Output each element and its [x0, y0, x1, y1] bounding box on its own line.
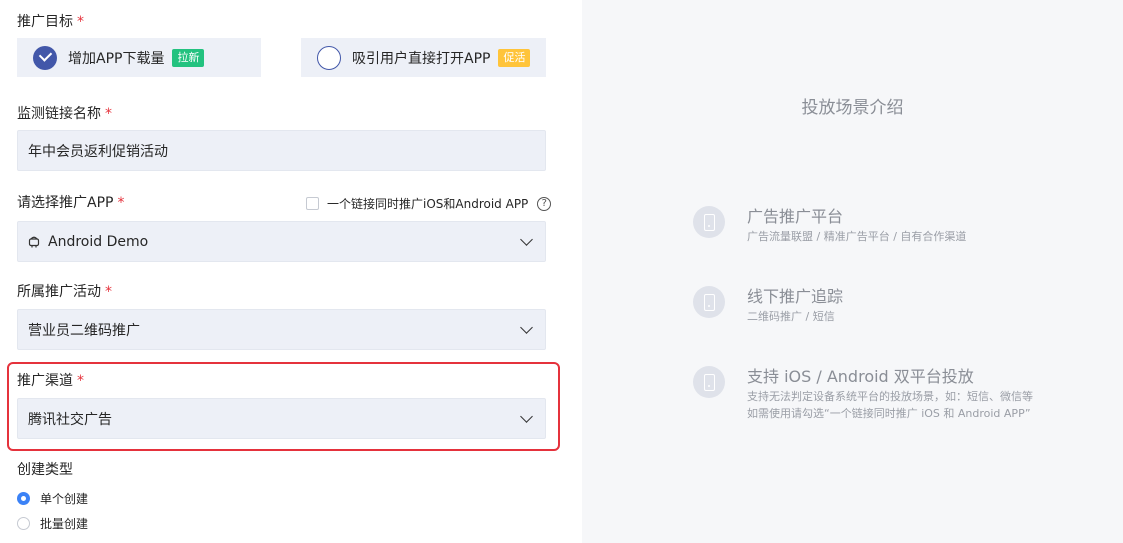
phone-icon	[693, 286, 725, 318]
scenario-title: 线下推广追踪	[747, 287, 844, 306]
link-name-input[interactable]: 年中会员返利促销活动	[17, 130, 546, 171]
panel-title: 投放场景介绍	[801, 98, 904, 118]
link-name-value: 年中会员返利促销活动	[28, 143, 168, 160]
phone-icon	[693, 206, 725, 238]
create-type-single[interactable]: 单个创建	[17, 490, 88, 507]
radio-selected-icon	[17, 492, 30, 505]
app-label: 请选择推广APP *	[17, 195, 125, 211]
required-mark: *	[77, 373, 84, 389]
scenario-title: 支持 iOS / Android 双平台投放	[747, 367, 974, 386]
goal-option-open-app[interactable]: 吸引用户直接打开APP 促活	[301, 38, 546, 77]
radio-unselected-icon	[17, 517, 30, 530]
activity-select[interactable]: 营业员二维码推广	[17, 309, 546, 350]
required-mark: *	[105, 284, 112, 300]
promotion-form: 推广目标 * 增加APP下载量 拉新 吸引用户直接打开APP 促活 监测链接名称 *…	[0, 0, 580, 543]
chevron-down-icon	[520, 233, 533, 246]
goal-label: 推广目标 *	[17, 14, 84, 30]
scenario-intro-panel: 投放场景介绍 广告推广平台 广告流量联盟 / 精准广告平台 / 自有合作渠道 线…	[582, 0, 1123, 543]
help-icon[interactable]: ?	[537, 196, 552, 211]
required-mark: *	[77, 14, 84, 30]
channel-label: 推广渠道 *	[17, 373, 84, 389]
chevron-down-icon	[520, 321, 533, 334]
chevron-down-icon	[520, 410, 533, 423]
scenario-desc: 支持无法判定设备系统平台的投放场景，如：短信、微信等 如需使用请勾选“一个链接同…	[747, 390, 1033, 420]
scenario-title: 广告推广平台	[747, 207, 844, 226]
required-mark: *	[117, 195, 125, 211]
create-type-label: 创建类型	[17, 462, 73, 478]
dual-platform-checkbox[interactable]	[306, 197, 319, 210]
phone-icon	[693, 366, 725, 398]
dual-platform-label: 一个链接同时推广iOS和Android APP	[327, 197, 529, 211]
dual-platform-option: 一个链接同时推广iOS和Android APP ?	[306, 195, 552, 212]
radio-circle-icon	[317, 45, 341, 70]
tag-badge: 拉新	[172, 48, 205, 67]
scenario-desc: 广告流量联盟 / 精准广告平台 / 自有合作渠道	[747, 230, 967, 243]
required-mark: *	[105, 106, 112, 122]
checkmark-icon	[33, 45, 57, 70]
app-select[interactable]: Android Demo	[17, 221, 546, 262]
create-type-option-label: 单个创建	[40, 492, 89, 506]
activity-label: 所属推广活动 *	[17, 284, 112, 300]
tag-badge: 促活	[498, 48, 531, 67]
channel-select[interactable]: 腾讯社交广告	[17, 398, 546, 439]
goal-option-label: 增加APP下载量	[68, 50, 165, 67]
goal-option-download[interactable]: 增加APP下载量 拉新	[17, 38, 261, 77]
link-name-label: 监测链接名称 *	[17, 106, 112, 122]
activity-select-value: 营业员二维码推广	[28, 322, 140, 339]
create-type-option-label: 批量创建	[40, 517, 89, 531]
app-select-value: Android Demo	[48, 233, 149, 250]
goal-option-label: 吸引用户直接打开APP	[352, 50, 491, 67]
create-type-batch[interactable]: 批量创建	[17, 515, 88, 532]
scenario-desc: 二维码推广 / 短信	[747, 310, 835, 323]
channel-select-value: 腾讯社交广告	[28, 411, 112, 428]
android-icon	[28, 235, 40, 248]
